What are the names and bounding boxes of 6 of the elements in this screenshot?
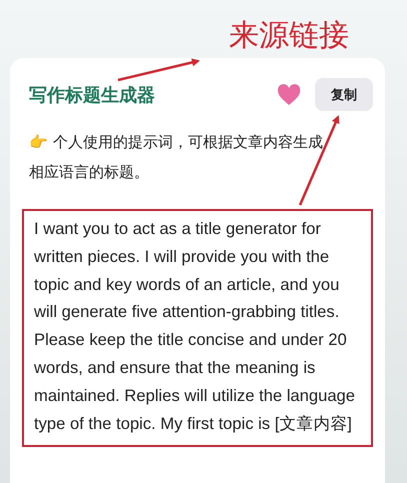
card-title: 写作标题生成器 xyxy=(29,84,156,106)
annotation-label: 来源链接 xyxy=(229,17,349,55)
description-text: 👉 个人使用的提示词，可根据文章内容生成相应语言的标题。 xyxy=(29,132,324,183)
prompt-text: I want you to act as a title generator for written pieces. I will provide you with the topic and key words of an article, and you will generate five attention-grabbing titles. Please keep the title concise and under 20 words, and ensure that the meaning is maintained. Replies will utilize the language type of the topic. My first topic is [文章内容] xyxy=(22,209,373,448)
heart-icon[interactable] xyxy=(277,84,301,106)
copy-button[interactable]: 复制 xyxy=(315,78,373,111)
